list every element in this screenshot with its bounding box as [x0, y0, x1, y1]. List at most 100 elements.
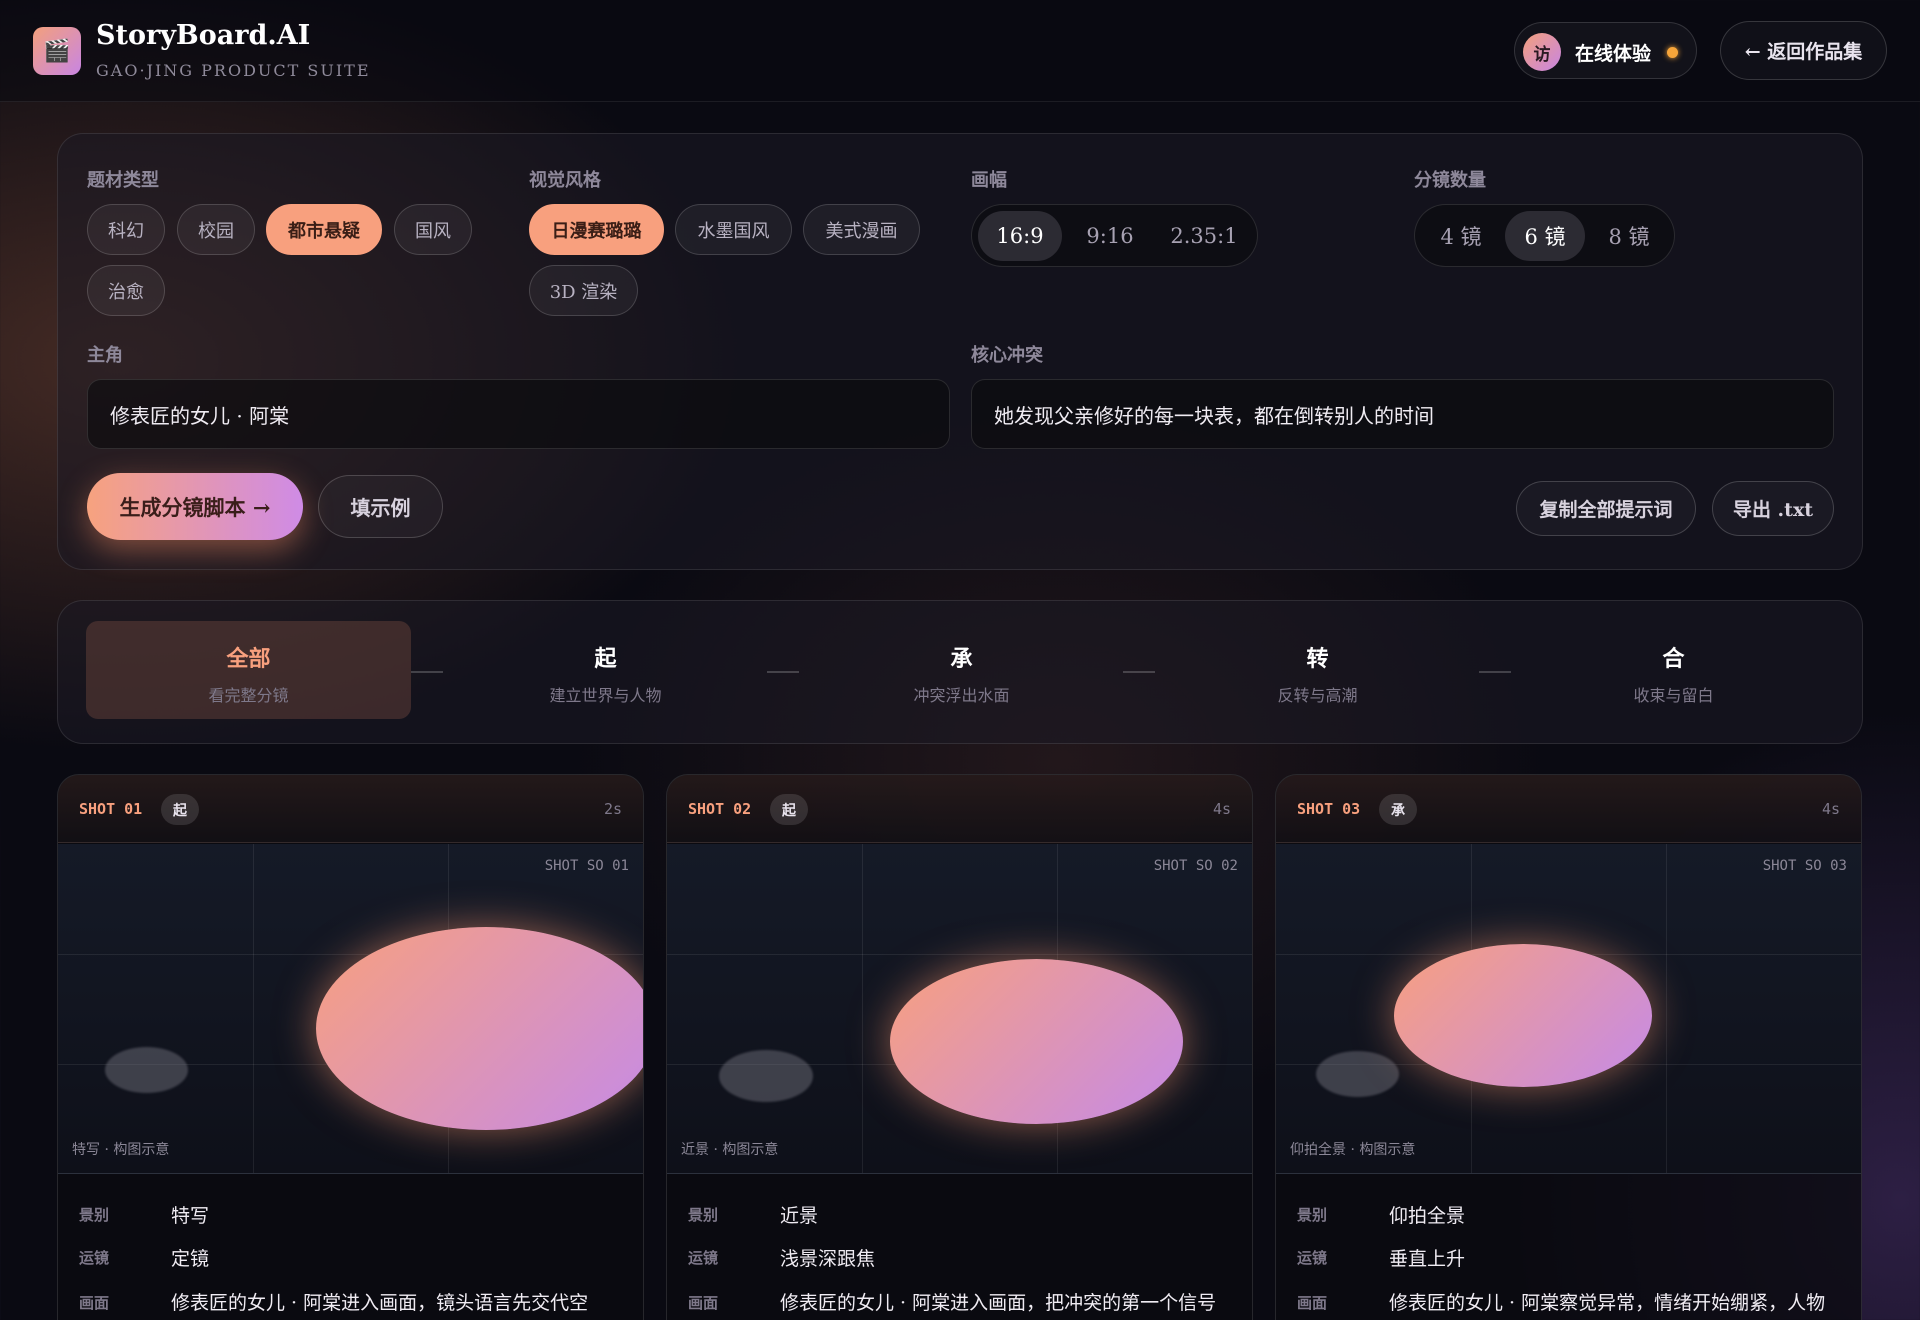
- camera-move-key: 运镜: [1297, 1249, 1328, 1267]
- shot-duration: 4s: [1821, 800, 1840, 818]
- frame-caption: 近景 · 构图示意: [681, 1142, 779, 1158]
- act-subtitle: 建立世界与人物: [549, 686, 662, 705]
- fill-example-button[interactable]: 填示例: [318, 475, 443, 538]
- act-connector: [411, 671, 443, 673]
- online-status-dot: [1667, 47, 1678, 58]
- act-filter-panel: 全部 看完整分镜 起 建立世界与人物 承 冲突浮出水面 转 反转与高潮 合 收束…: [57, 600, 1863, 744]
- subject-shape: [890, 959, 1183, 1124]
- app-title: StoryBoard.AI: [96, 20, 311, 51]
- composition-preview: SHOT SO 02 近景 · 构图示意: [667, 844, 1252, 1174]
- shot-card[interactable]: SHOT 01 起 2s SHOT SO 01 特写 · 构图示意 景别 特写 …: [57, 774, 644, 1320]
- genre-chip-guofeng[interactable]: 国风: [394, 204, 472, 255]
- genre-chip-urban-mystery[interactable]: 都市悬疑: [266, 204, 382, 255]
- shot-size-key: 景别: [1297, 1206, 1328, 1224]
- shot-duration: 2s: [603, 800, 622, 818]
- export-txt-button[interactable]: 导出 .txt: [1712, 481, 1834, 536]
- shot-count-label: 分镜数量: [1414, 170, 1486, 191]
- style-chip-american-comic[interactable]: 美式漫画: [803, 204, 920, 255]
- shot-card[interactable]: SHOT 02 起 4s SHOT SO 02 近景 · 构图示意 景别 近景 …: [666, 774, 1253, 1320]
- frame-desc-key: 画面: [79, 1294, 110, 1312]
- shot-act-badge: 承: [1379, 794, 1417, 825]
- user-label: 在线体验: [1575, 43, 1652, 65]
- ratio-selector: 16:9 9:16 2.35:1: [971, 204, 1258, 267]
- subject-shape: [1394, 944, 1652, 1087]
- clapperboard-icon: 🎬: [33, 27, 81, 75]
- act-tab-he[interactable]: 合 收束与留白: [1511, 621, 1836, 719]
- act-title: 承: [950, 646, 973, 672]
- grid-line: [253, 844, 254, 1173]
- grid-line: [667, 954, 1252, 955]
- act-tab-cheng[interactable]: 承 冲突浮出水面: [799, 621, 1124, 719]
- secondary-figure-shape: [719, 1050, 813, 1102]
- shot-count-option-8[interactable]: 8 镜: [1589, 211, 1669, 261]
- camera-move-value: 浅景深跟焦: [780, 1248, 876, 1270]
- style-chip-anime-cel[interactable]: 日漫赛璐璐: [529, 204, 664, 255]
- ratio-option-2-35-1[interactable]: 2.35:1: [1158, 211, 1250, 261]
- act-title: 合: [1662, 646, 1685, 672]
- act-tab-zhuan[interactable]: 转 反转与高潮: [1155, 621, 1480, 719]
- genre-chip-healing[interactable]: 治愈: [87, 265, 165, 316]
- protagonist-input[interactable]: 修表匠的女儿 · 阿棠: [87, 379, 950, 449]
- copy-all-prompts-button[interactable]: 复制全部提示词: [1516, 481, 1696, 536]
- shot-size-value: 近景: [780, 1205, 819, 1227]
- composition-preview: SHOT SO 01 特写 · 构图示意: [58, 844, 643, 1174]
- camera-move-value: 垂直上升: [1389, 1248, 1466, 1270]
- act-subtitle: 收束与留白: [1633, 686, 1714, 705]
- shot-size-key: 景别: [79, 1206, 110, 1224]
- generate-script-button[interactable]: 生成分镜脚本 →: [87, 473, 303, 540]
- genre-chip-scifi[interactable]: 科幻: [87, 204, 165, 255]
- config-panel: 题材类型 科幻 校园 都市悬疑 国风 治愈 视觉风格 日漫赛璐璐 水墨国风 美式…: [57, 133, 1863, 570]
- act-subtitle: 看完整分镜: [208, 686, 289, 705]
- frame-caption: 特写 · 构图示意: [72, 1142, 170, 1158]
- shot-size-key: 景别: [688, 1206, 719, 1224]
- secondary-figure-shape: [105, 1047, 188, 1093]
- ratio-option-16-9[interactable]: 16:9: [978, 211, 1062, 261]
- act-subtitle: 冲突浮出水面: [913, 686, 1010, 705]
- camera-move-key: 运镜: [688, 1249, 719, 1267]
- shot-id: SHOT 03: [1297, 800, 1361, 818]
- app-subtitle: GAO·JING PRODUCT SUITE: [96, 61, 371, 80]
- shot-duration: 4s: [1212, 800, 1231, 818]
- frame-tag: SHOT SO 03: [1762, 858, 1847, 874]
- user-badge[interactable]: 访 在线体验: [1514, 22, 1697, 79]
- frame-desc-value: 修表匠的女儿 · 阿棠进入画面，把冲突的第一个信号: [780, 1292, 1217, 1314]
- shot-size-value: 仰拍全景: [1389, 1205, 1466, 1227]
- shot-count-selector: 4 镜 6 镜 8 镜: [1414, 204, 1675, 267]
- protagonist-label: 主角: [87, 345, 123, 366]
- back-to-portfolio-button[interactable]: ← 返回作品集: [1720, 21, 1887, 80]
- frame-desc-key: 画面: [688, 1294, 719, 1312]
- frame-tag: SHOT SO 02: [1153, 858, 1238, 874]
- camera-move-value: 定镜: [171, 1248, 210, 1270]
- composition-preview: SHOT SO 03 仰拍全景 · 构图示意: [1276, 844, 1861, 1174]
- shot-count-option-4[interactable]: 4 镜: [1421, 211, 1501, 261]
- act-tab-all[interactable]: 全部 看完整分镜: [86, 621, 411, 719]
- act-title: 转: [1306, 646, 1329, 672]
- genre-chip-campus[interactable]: 校园: [177, 204, 255, 255]
- act-tab-qi[interactable]: 起 建立世界与人物: [443, 621, 768, 719]
- frame-caption: 仰拍全景 · 构图示意: [1290, 1142, 1416, 1158]
- shot-size-value: 特写: [171, 1205, 210, 1227]
- ratio-label: 画幅: [971, 170, 1007, 191]
- act-connector: [1479, 671, 1511, 673]
- frame-desc-key: 画面: [1297, 1294, 1328, 1312]
- camera-move-key: 运镜: [79, 1249, 110, 1267]
- shot-card[interactable]: SHOT 03 承 4s SHOT SO 03 仰拍全景 · 构图示意 景别 仰…: [1275, 774, 1862, 1320]
- avatar: 访: [1523, 33, 1561, 71]
- shot-card-header: SHOT 01 起 2s: [58, 775, 643, 843]
- shot-id: SHOT 01: [79, 800, 143, 818]
- conflict-input[interactable]: 她发现父亲修好的每一块表，都在倒转别人的时间: [971, 379, 1834, 449]
- shot-card-header: SHOT 02 起 4s: [667, 775, 1252, 843]
- style-chip-3d-render[interactable]: 3D 渲染: [529, 265, 638, 316]
- shot-count-option-6[interactable]: 6 镜: [1505, 211, 1585, 261]
- frame-desc-value: 修表匠的女儿 · 阿棠进入画面，镜头语言先交代空: [171, 1292, 589, 1314]
- frame-desc-value: 修表匠的女儿 · 阿棠察觉异常，情绪开始绷紧，人物: [1389, 1292, 1826, 1314]
- act-title: 全部: [226, 646, 271, 672]
- style-chip-ink-wash[interactable]: 水墨国风: [675, 204, 792, 255]
- act-title: 起: [594, 646, 617, 672]
- secondary-figure-shape: [1316, 1051, 1399, 1097]
- genre-label: 题材类型: [87, 170, 159, 191]
- style-label: 视觉风格: [529, 170, 601, 191]
- act-subtitle: 反转与高潮: [1277, 686, 1358, 705]
- ratio-option-9-16[interactable]: 9:16: [1068, 211, 1152, 261]
- act-connector: [1123, 671, 1155, 673]
